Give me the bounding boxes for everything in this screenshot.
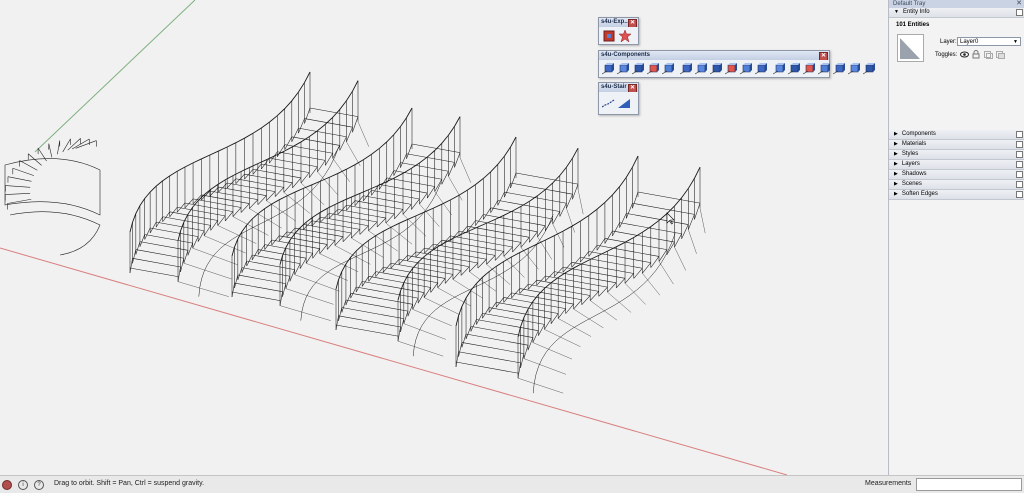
- tray-section-label: Soften Edges: [901, 191, 938, 197]
- layer-label: Layer:: [940, 39, 957, 45]
- explode-icon[interactable]: [602, 29, 615, 42]
- layer-select[interactable]: Layer0 ▼: [957, 37, 1021, 46]
- collapsed-arrow-icon: ▶: [894, 131, 898, 137]
- comp-9-icon[interactable]: [725, 62, 737, 75]
- help-icon[interactable]: ?: [34, 480, 44, 490]
- collapsed-arrow-icon: ▶: [894, 191, 898, 197]
- comp-14-icon[interactable]: [803, 62, 815, 75]
- comp-15-icon[interactable]: [818, 62, 830, 75]
- comp-16-icon[interactable]: [833, 62, 845, 75]
- components-toolbar-label: s4u-Components: [601, 52, 651, 58]
- default-tray: Default Tray ✕ ▼ Entity Info 101 Entities …: [888, 0, 1024, 475]
- explore-toolbar[interactable]: s4u-Exp... ✕: [598, 17, 639, 45]
- entity-info-pane: 101 Entities Layer: Layer0 ▼ Toggles:: [889, 18, 1024, 118]
- pin-icon[interactable]: [1016, 141, 1023, 148]
- receive-shadows-icon[interactable]: [984, 51, 993, 61]
- toggles-label: Toggles:: [935, 52, 958, 58]
- explore-toolbar-title[interactable]: s4u-Exp... ✕: [599, 18, 638, 27]
- tray-section-components[interactable]: ▶ Components: [889, 130, 1024, 140]
- comp-10-icon[interactable]: [740, 62, 752, 75]
- pin-icon[interactable]: [1016, 171, 1023, 178]
- measurements-label: Measurements: [865, 480, 912, 487]
- credits-icon[interactable]: i: [18, 480, 28, 490]
- pin-icon[interactable]: [1016, 131, 1023, 138]
- collapsed-arrow-icon: ▶: [894, 181, 898, 187]
- tray-title[interactable]: Default Tray ✕: [889, 0, 1024, 8]
- comp-8-icon[interactable]: [710, 62, 722, 75]
- comp-3-icon[interactable]: [632, 62, 644, 75]
- tray-section-shadows[interactable]: ▶ Shadows: [889, 170, 1024, 180]
- pin-icon[interactable]: [1016, 181, 1023, 188]
- comp-11-icon[interactable]: [755, 62, 767, 75]
- stair-toolbar[interactable]: s4u-Stair ✕: [598, 82, 639, 115]
- layer-select-value: Layer0: [960, 39, 979, 45]
- components-toolbar-title[interactable]: s4u-Components ✕: [599, 51, 829, 60]
- tray-section-layers[interactable]: ▶ Layers: [889, 160, 1024, 170]
- comp-18-icon[interactable]: [863, 62, 875, 75]
- curved-stair-2[interactable]: [231, 107, 471, 321]
- burst-icon[interactable]: [618, 29, 631, 42]
- mouse-cursor-icon: [666, 212, 675, 225]
- collapsed-arrow-icon: ▶: [894, 141, 898, 147]
- stair-toolbar-title[interactable]: s4u-Stair ✕: [599, 83, 638, 92]
- pin-icon[interactable]: [1016, 161, 1023, 168]
- close-icon[interactable]: ✕: [628, 84, 637, 92]
- entity-info-header[interactable]: ▼ Entity Info: [889, 8, 1024, 18]
- tray-section-label: Layers: [901, 161, 920, 167]
- entity-thumbnail: [897, 34, 924, 62]
- comp-5-icon[interactable]: [662, 62, 674, 75]
- tray-section-label: Materials: [901, 141, 927, 147]
- comp-1-icon[interactable]: [602, 62, 614, 75]
- comp-2-icon[interactable]: [617, 62, 629, 75]
- tray-section-label: Shadows: [901, 171, 927, 177]
- tray-section-label: Components: [901, 131, 936, 137]
- stair-line-icon[interactable]: [602, 97, 615, 110]
- stair-toolbar-label: s4u-Stair: [601, 84, 627, 90]
- tray-section-styles[interactable]: ▶ Styles: [889, 150, 1024, 160]
- tray-title-label: Default Tray: [893, 1, 926, 7]
- cast-shadows-icon[interactable]: [996, 51, 1005, 61]
- comp-6-icon[interactable]: [680, 62, 692, 75]
- red-axis: [0, 247, 788, 475]
- entity-info-label: Entity Info: [902, 9, 930, 15]
- curved-stair-4[interactable]: [455, 155, 706, 394]
- lock-icon[interactable]: [972, 50, 980, 61]
- close-icon[interactable]: ✕: [628, 19, 637, 27]
- tray-section-materials[interactable]: ▶ Materials: [889, 140, 1024, 150]
- pin-icon[interactable]: [1016, 151, 1023, 158]
- status-hint: Drag to orbit. Shift = Pan, Ctrl = suspe…: [54, 480, 205, 487]
- collapsed-arrow-icon: ▶: [894, 161, 898, 167]
- close-icon[interactable]: ✕: [819, 52, 828, 60]
- dropdown-arrow-icon[interactable]: ▼: [1013, 38, 1018, 47]
- pin-icon[interactable]: [1016, 9, 1023, 16]
- comp-12-icon[interactable]: [773, 62, 785, 75]
- tray-section-label: Styles: [901, 151, 919, 157]
- comp-4-icon[interactable]: [647, 62, 659, 75]
- measurements-input[interactable]: [916, 478, 1022, 491]
- close-icon[interactable]: ✕: [1016, 0, 1022, 8]
- tray-section-scenes[interactable]: ▶ Scenes: [889, 180, 1024, 190]
- entity-count: 101 Entities: [896, 22, 930, 28]
- explore-toolbar-label: s4u-Exp...: [601, 19, 630, 25]
- comp-13-icon[interactable]: [788, 62, 800, 75]
- curved-stair-3[interactable]: [335, 136, 584, 357]
- tray-section-label: Scenes: [901, 181, 922, 187]
- comp-7-icon[interactable]: [695, 62, 707, 75]
- pin-icon[interactable]: [1016, 191, 1023, 198]
- expand-arrow-icon: ▼: [894, 9, 899, 15]
- visibility-eye-icon[interactable]: [960, 51, 969, 60]
- collapsed-arrow-icon: ▶: [894, 151, 898, 157]
- components-toolbar[interactable]: s4u-Components ✕: [598, 50, 875, 78]
- spiral-stair[interactable]: [4, 138, 101, 256]
- stair-ramp-icon[interactable]: [618, 97, 631, 110]
- green-axis: [34, 0, 196, 153]
- curved-stair-1[interactable]: [129, 71, 369, 297]
- shape-thumbnail-icon: [900, 38, 920, 59]
- collapsed-arrow-icon: ▶: [894, 171, 898, 177]
- comp-17-icon[interactable]: [848, 62, 860, 75]
- tray-section-soften-edges[interactable]: ▶ Soften Edges: [889, 190, 1024, 200]
- geo-location-icon[interactable]: [2, 480, 12, 490]
- status-bar: i ? Drag to orbit. Shift = Pan, Ctrl = s…: [0, 475, 1024, 493]
